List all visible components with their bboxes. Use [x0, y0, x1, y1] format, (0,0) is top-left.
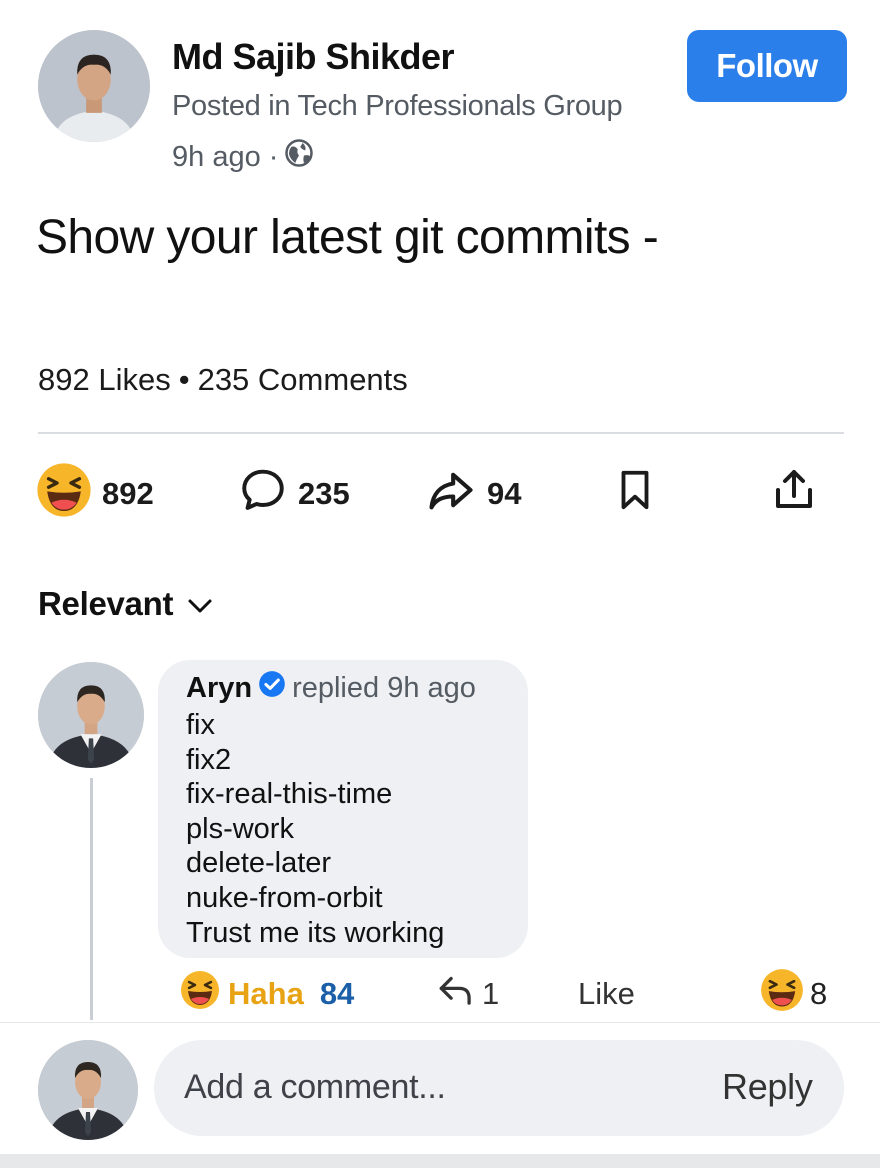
comment-line: fix2 [186, 743, 232, 776]
reaction-count: 892 [102, 476, 154, 511]
laughing-emoji-icon [36, 462, 92, 526]
replies-count: 1 [482, 976, 500, 1011]
chevron-down-icon [187, 585, 213, 623]
haha-label: Haha [228, 976, 304, 1011]
sort-dropdown[interactable]: Relevant [38, 585, 213, 623]
comment-header: Aryn replied 9h ago [186, 670, 476, 706]
laughing-emoji-icon [760, 968, 804, 1020]
comment-line: Trust me its working [186, 916, 445, 949]
comment-line: fix-real-this-time [186, 778, 393, 811]
comment-emoji-reaction[interactable]: 8 [760, 969, 828, 1016]
bookmark-button[interactable] [612, 468, 658, 520]
haha-count: 84 [319, 976, 355, 1011]
share-arrow-icon [425, 464, 477, 524]
speech-bubble-icon [238, 465, 288, 523]
comment-input-placeholder[interactable]: Add a comment... [184, 1068, 446, 1107]
follow-button[interactable]: Follow [687, 30, 847, 102]
sort-label: Relevant [38, 585, 174, 622]
globe-icon [284, 138, 314, 176]
current-user-avatar[interactable] [38, 1040, 138, 1140]
comments-count-link[interactable]: 235 Comments [198, 362, 408, 398]
comment-like-button[interactable]: Like [578, 972, 635, 1016]
share-button[interactable]: 94 [425, 468, 521, 520]
verified-badge-icon [258, 670, 286, 706]
divider [0, 1022, 880, 1023]
thread-line [90, 778, 93, 1020]
comment-line: fix [186, 709, 215, 741]
commenter-name[interactable]: Aryn [186, 672, 252, 705]
comment-count: 235 [298, 476, 350, 511]
comment-line: pls-work [186, 812, 294, 845]
bookmark-icon [612, 465, 658, 523]
author-avatar[interactable] [38, 30, 150, 142]
comment-meta: replied 9h ago [292, 671, 476, 704]
likes-count-link[interactable]: 892 Likes [38, 362, 171, 398]
comment-text: fix fix2 fix-real-this-time pls-work del… [186, 708, 444, 950]
emoji-reaction-count: 8 [810, 976, 828, 1011]
comment-line: nuke-from-orbit [186, 881, 383, 914]
reply-button[interactable]: Reply [722, 1066, 813, 1108]
comment-button[interactable]: 235 [238, 468, 350, 520]
reply-arrow-icon [436, 972, 476, 1016]
share-count: 94 [487, 476, 522, 511]
stats-separator: • [178, 362, 190, 397]
replies-button[interactable]: 1 [436, 972, 499, 1016]
comment-line: delete-later [186, 847, 332, 880]
divider [38, 432, 844, 434]
post-stats: 892 Likes • 235 Comments [38, 362, 408, 398]
reaction-button[interactable]: 892 [36, 463, 154, 520]
upload-button[interactable] [770, 468, 818, 520]
author-name[interactable]: Md Sajib Shikder [172, 36, 455, 78]
post-time-text: 9h ago · [172, 140, 279, 173]
posted-in-group[interactable]: Posted in Tech Professionals Group [172, 90, 623, 123]
commenter-avatar[interactable] [38, 662, 144, 768]
bottom-bar [0, 1154, 880, 1168]
post-timestamp: 9h ago · [172, 138, 314, 176]
haha-emoji-icon [180, 970, 220, 1018]
upload-icon [770, 465, 818, 523]
post-text: Show your latest git commits - [36, 211, 659, 264]
comment-haha-reaction[interactable]: Haha 84 [180, 970, 355, 1018]
